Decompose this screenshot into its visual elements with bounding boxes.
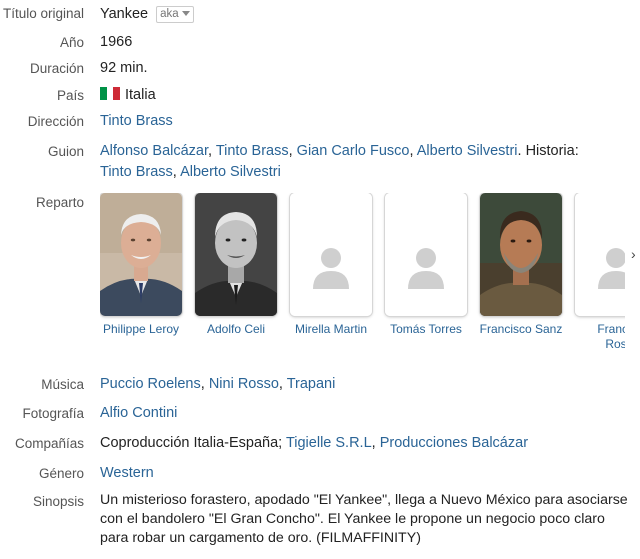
value-year: 1966 xyxy=(100,34,133,50)
value-genre: Western xyxy=(100,463,635,484)
music-link[interactable]: Nini Rosso xyxy=(209,376,279,392)
company-link[interactable]: Producciones Balcázar xyxy=(380,435,528,451)
cast-name[interactable]: Philippe Leroy xyxy=(100,322,189,337)
italy-flag-icon xyxy=(100,87,120,100)
aka-dropdown[interactable]: aka xyxy=(156,6,194,23)
value-country: Italia xyxy=(100,85,635,106)
aka-label: aka xyxy=(160,8,179,20)
cast-card[interactable]: Philippe Leroy xyxy=(100,193,182,337)
genre-link[interactable]: Western xyxy=(100,465,154,481)
label-companies: Compañías xyxy=(14,436,84,451)
value-script: Alfonso Balcázar, Tinto Brass, Gian Carl… xyxy=(100,143,579,180)
value-duration: 92 min. xyxy=(100,60,148,76)
story-label: Historia: xyxy=(525,143,579,159)
label-original-title: Título original xyxy=(2,6,84,21)
value-photography: Alfio Contini xyxy=(100,403,635,424)
value-direction: Tinto Brass xyxy=(100,111,635,132)
user-silhouette-icon xyxy=(575,193,625,316)
companies-text: Coproducción Italia-España; xyxy=(100,435,283,451)
cast-card[interactable]: Tomás Torres xyxy=(385,193,467,337)
label-script: Guion xyxy=(47,144,84,159)
cast-photo-placeholder[interactable] xyxy=(575,193,625,316)
cast-card[interactable]: Adolfo Celi xyxy=(195,193,277,337)
cast-name[interactable]: Francisco Sanz xyxy=(473,322,569,337)
cast-name[interactable]: Mirella Martin xyxy=(283,322,379,337)
cast-name[interactable]: Franco Ros xyxy=(586,322,625,352)
script-link[interactable]: Tinto Brass xyxy=(216,143,289,159)
script-link[interactable]: Gian Carlo Fusco xyxy=(297,143,410,159)
story-link[interactable]: Alberto Silvestri xyxy=(180,164,281,180)
cast-card[interactable]: Franco Ros xyxy=(575,193,625,352)
photography-link[interactable]: Alfio Contini xyxy=(100,405,177,421)
value-companies: Coproducción Italia-España; Tigielle S.R… xyxy=(100,435,529,451)
label-photography: Fotografía xyxy=(22,406,84,421)
cast-photo[interactable] xyxy=(195,193,277,316)
value-synopsis: Un misterioso forastero, apodado "El Yan… xyxy=(100,492,628,546)
script-link[interactable]: Alfonso Balcázar xyxy=(100,143,208,159)
label-duration: Duración xyxy=(29,61,84,76)
label-genre: Género xyxy=(38,466,84,481)
value-original-title: Yankee aka xyxy=(100,4,635,25)
user-silhouette-icon xyxy=(385,193,467,316)
cast-carousel: Philippe Leroy Adolfo Celi Mirella Marti… xyxy=(100,193,625,358)
cast-name[interactable]: Tomás Torres xyxy=(378,322,474,337)
country-name: Italia xyxy=(125,87,156,103)
label-cast: Reparto xyxy=(35,195,84,210)
cast-card[interactable]: Francisco Sanz xyxy=(480,193,562,337)
music-link[interactable]: Trapani xyxy=(287,376,336,392)
label-year: Año xyxy=(59,35,84,50)
company-link[interactable]: Tigielle S.R.L xyxy=(286,435,372,451)
label-synopsis: Sinopsis xyxy=(32,494,84,509)
story-link[interactable]: Tinto Brass xyxy=(100,164,173,180)
label-music: Música xyxy=(41,377,84,392)
cast-name[interactable]: Adolfo Celi xyxy=(188,322,284,337)
value-music: Puccio Roelens, Nini Rosso, Trapani xyxy=(100,376,336,392)
cast-photo[interactable] xyxy=(480,193,562,316)
label-country: País xyxy=(56,88,84,103)
label-direction: Dirección xyxy=(27,114,84,129)
cast-photo[interactable] xyxy=(100,193,182,316)
cast-card[interactable]: Mirella Martin xyxy=(290,193,372,337)
carousel-next-icon[interactable]: › xyxy=(631,246,636,262)
user-silhouette-icon xyxy=(290,193,372,316)
director-link[interactable]: Tinto Brass xyxy=(100,113,173,129)
caret-down-icon xyxy=(181,11,190,16)
original-title: Yankee xyxy=(100,6,149,22)
script-link[interactable]: Alberto Silvestri xyxy=(417,143,518,159)
cast-photo-placeholder[interactable] xyxy=(385,193,467,316)
music-link[interactable]: Puccio Roelens xyxy=(100,376,201,392)
cast-photo-placeholder[interactable] xyxy=(290,193,372,316)
